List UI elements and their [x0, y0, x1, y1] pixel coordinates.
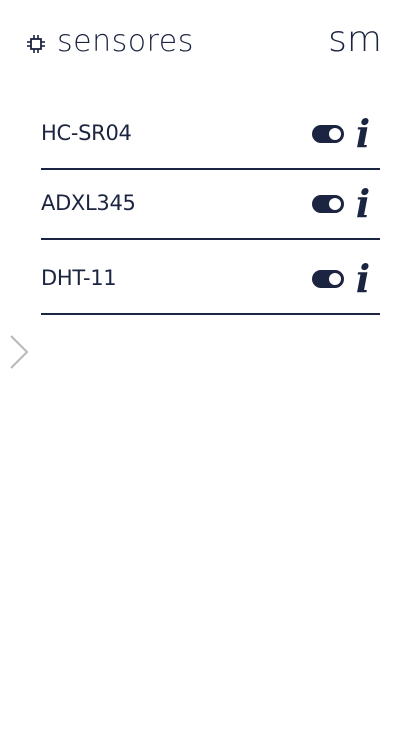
sensor-name: HC-SR04	[41, 121, 132, 145]
info-icon[interactable]: i	[352, 185, 374, 223]
page-title: sensores	[57, 24, 194, 59]
sensor-toggle[interactable]	[312, 195, 344, 213]
app-header: sensores sm	[0, 0, 411, 90]
toggle-knob	[329, 273, 341, 285]
sensor-row-adxl345: ADXL345 i	[41, 170, 380, 240]
info-icon[interactable]: i	[352, 260, 374, 298]
chip-icon	[27, 35, 45, 53]
toggle-knob	[329, 198, 341, 210]
sensor-toggle[interactable]	[312, 125, 344, 143]
brand-logo: sm	[328, 19, 382, 60]
sensor-name: ADXL345	[41, 191, 136, 215]
toggle-knob	[329, 128, 341, 140]
sensor-name: DHT-11	[41, 266, 117, 290]
sensor-toggle[interactable]	[312, 270, 344, 288]
chevron-right-icon[interactable]	[8, 334, 30, 370]
sensor-list: HC-SR04 i ADXL345 i DHT-11 i	[41, 100, 380, 315]
info-icon[interactable]: i	[352, 115, 374, 153]
sensor-row-hc-sr04: HC-SR04 i	[41, 100, 380, 170]
sensor-row-dht-11: DHT-11 i	[41, 240, 380, 315]
